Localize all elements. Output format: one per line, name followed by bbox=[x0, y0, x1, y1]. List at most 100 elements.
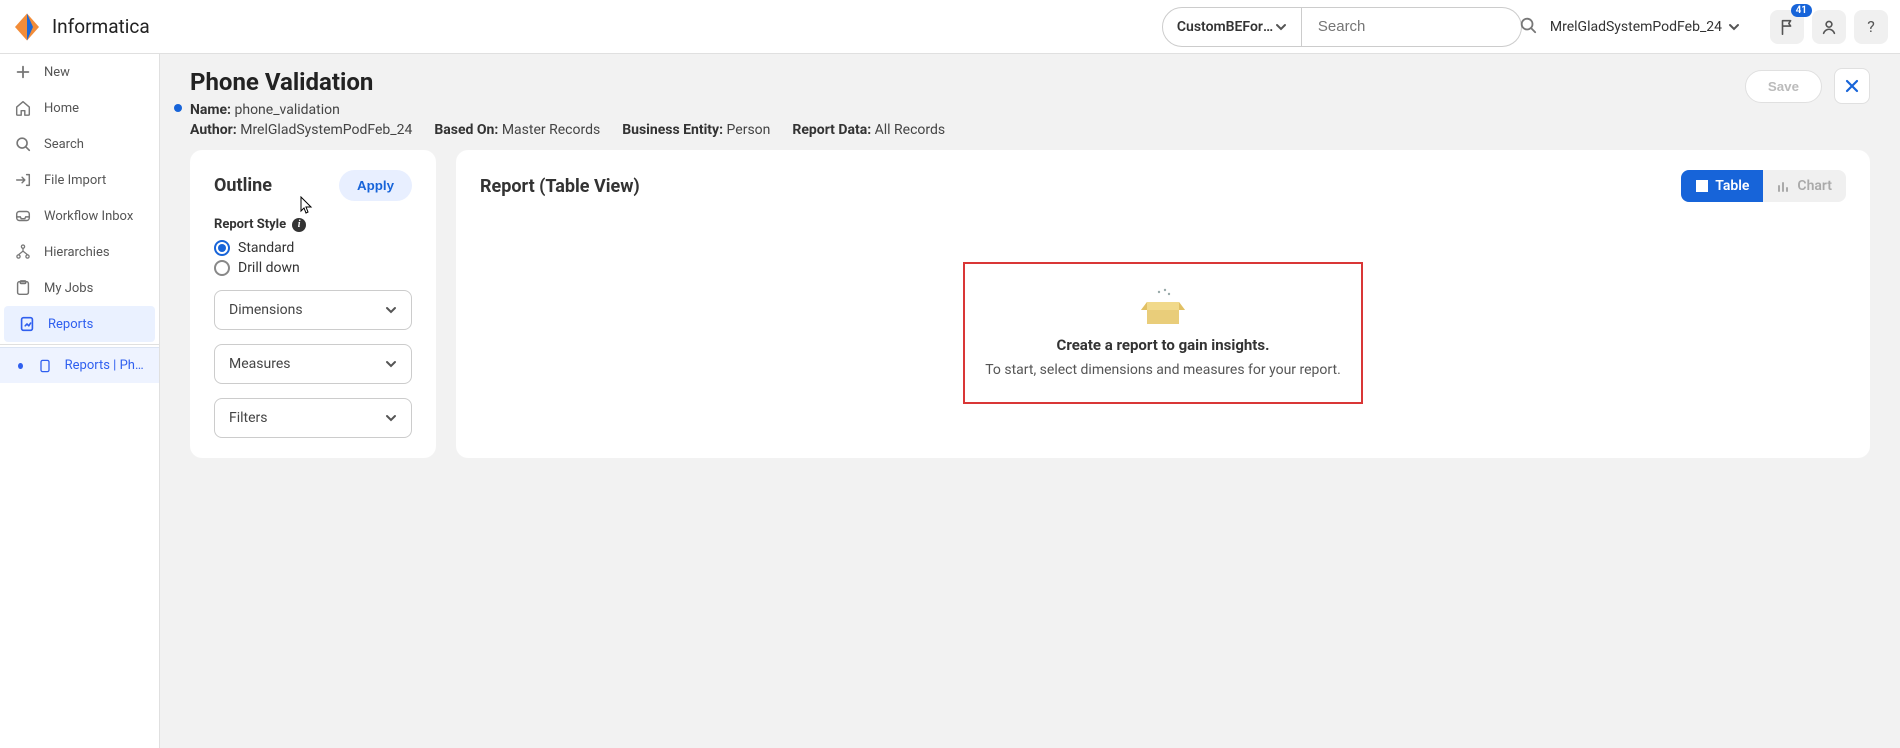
active-dot-icon bbox=[18, 363, 23, 369]
select-label: Measures bbox=[229, 356, 290, 372]
context-select[interactable]: CustomBEForO… bbox=[1162, 7, 1302, 47]
chevron-down-icon bbox=[385, 412, 397, 424]
user-icon bbox=[1820, 18, 1838, 36]
context-select-value: CustomBEForO… bbox=[1177, 19, 1275, 35]
sidebar-item-home[interactable]: Home bbox=[0, 90, 159, 126]
global-search-wrap bbox=[1302, 7, 1522, 47]
sidebar-item-reports[interactable]: Reports bbox=[4, 306, 155, 342]
brand-name: Informatica bbox=[52, 15, 150, 38]
sidebar-subitem-phone-report[interactable]: Reports | Phone … bbox=[0, 347, 159, 383]
sidebar-item-hierarchies[interactable]: Hierarchies bbox=[0, 234, 159, 270]
page-header: Phone Validation Name: phone_validation … bbox=[160, 54, 1900, 150]
sidebar-item-search[interactable]: Search bbox=[0, 126, 159, 162]
radio-drilldown[interactable]: Drill down bbox=[214, 260, 412, 276]
sidebar-item-label: Hierarchies bbox=[44, 245, 110, 260]
document-icon bbox=[37, 358, 53, 374]
plus-icon bbox=[14, 63, 32, 81]
dimensions-select[interactable]: Dimensions bbox=[214, 290, 412, 330]
meta-author-value: MrelGladSystemPodFeb_24 bbox=[240, 122, 412, 138]
import-icon bbox=[14, 171, 32, 189]
help-icon: ? bbox=[1867, 17, 1875, 36]
user-menu[interactable]: MrelGladSystemPodFeb_24 bbox=[1550, 19, 1740, 35]
radio-drilldown-label: Drill down bbox=[238, 260, 300, 276]
save-button[interactable]: Save bbox=[1745, 70, 1822, 103]
empty-state: Create a report to gain insights. To sta… bbox=[963, 262, 1363, 404]
measures-select[interactable]: Measures bbox=[214, 344, 412, 384]
brand-logo-group: Informatica bbox=[12, 12, 150, 42]
select-label: Dimensions bbox=[229, 302, 303, 318]
sidebar-divider bbox=[0, 344, 159, 345]
meta-data-label: Report Data: bbox=[792, 122, 871, 138]
chevron-down-icon bbox=[1728, 21, 1740, 33]
empty-subtitle: To start, select dimensions and measures… bbox=[985, 362, 1341, 378]
meta-author-label: Author: bbox=[190, 122, 237, 138]
close-icon bbox=[1844, 78, 1860, 94]
sidebar-item-file-import[interactable]: File Import bbox=[0, 162, 159, 198]
meta-name-label: Name: bbox=[190, 102, 231, 118]
profile-button[interactable] bbox=[1812, 10, 1846, 44]
main-content: Phone Validation Name: phone_validation … bbox=[160, 54, 1900, 748]
meta-based-label: Based On: bbox=[434, 122, 498, 138]
app-layout: New Home Search File Import Workflow Inb… bbox=[0, 54, 1900, 748]
help-button[interactable]: ? bbox=[1854, 10, 1888, 44]
sidebar-item-label: File Import bbox=[44, 173, 106, 188]
sidebar-item-label: New bbox=[44, 65, 70, 80]
meta-based-value: Master Records bbox=[502, 122, 600, 138]
chart-icon bbox=[1777, 179, 1791, 193]
meta-entity-value: Person bbox=[727, 122, 771, 138]
open-box-icon bbox=[1135, 288, 1191, 328]
report-title: Report (Table View) bbox=[480, 176, 640, 197]
chevron-down-icon bbox=[385, 304, 397, 316]
radio-standard[interactable]: Standard bbox=[214, 240, 412, 256]
report-panel: Report (Table View) Table Chart bbox=[456, 150, 1870, 458]
flag-icon bbox=[1778, 18, 1796, 36]
radio-icon bbox=[214, 240, 230, 256]
unsaved-indicator-icon bbox=[174, 104, 182, 112]
view-toggle: Table Chart bbox=[1681, 170, 1846, 202]
page-meta: Name: phone_validation Author: MrelGladS… bbox=[190, 102, 1745, 138]
user-menu-label: MrelGladSystemPodFeb_24 bbox=[1550, 19, 1722, 35]
sidebar-item-label: My Jobs bbox=[44, 281, 93, 296]
chevron-down-icon bbox=[1275, 21, 1287, 33]
hierarchy-icon bbox=[14, 243, 32, 261]
header-actions: 41 ? bbox=[1770, 10, 1888, 44]
sidebar-item-label: Home bbox=[44, 101, 79, 116]
inbox-icon bbox=[14, 207, 32, 225]
search-icon bbox=[14, 135, 32, 153]
empty-title: Create a report to gain insights. bbox=[1057, 336, 1270, 354]
toggle-chart[interactable]: Chart bbox=[1763, 170, 1846, 202]
report-style-label: Report Style i bbox=[214, 217, 412, 232]
sidebar-item-workflow-inbox[interactable]: Workflow Inbox bbox=[0, 198, 159, 234]
table-icon bbox=[1695, 179, 1709, 193]
app-header: Informatica CustomBEForO… MrelGladSystem… bbox=[0, 0, 1900, 54]
notification-badge: 41 bbox=[1791, 4, 1812, 17]
brand-logo-icon bbox=[12, 12, 42, 42]
sidebar-item-label: Reports | Phone … bbox=[65, 358, 145, 373]
apply-button[interactable]: Apply bbox=[339, 170, 412, 201]
filters-select[interactable]: Filters bbox=[214, 398, 412, 438]
notifications-button[interactable]: 41 bbox=[1770, 10, 1804, 44]
home-icon bbox=[14, 99, 32, 117]
meta-entity-label: Business Entity: bbox=[622, 122, 723, 138]
page-actions: Save bbox=[1745, 68, 1870, 104]
radio-standard-label: Standard bbox=[238, 240, 294, 256]
sidebar-item-my-jobs[interactable]: My Jobs bbox=[0, 270, 159, 306]
radio-icon bbox=[214, 260, 230, 276]
meta-data-value: All Records bbox=[875, 122, 946, 138]
outline-panel: Outline Apply Report Style i Standard Dr… bbox=[190, 150, 436, 458]
info-icon[interactable]: i bbox=[292, 218, 306, 232]
search-icon[interactable] bbox=[1519, 16, 1537, 38]
close-button[interactable] bbox=[1834, 68, 1870, 104]
page-title: Phone Validation bbox=[190, 68, 1745, 96]
toggle-table[interactable]: Table bbox=[1681, 170, 1763, 202]
sidebar-item-label: Workflow Inbox bbox=[44, 209, 133, 224]
panels-row: Outline Apply Report Style i Standard Dr… bbox=[160, 150, 1900, 488]
global-search-input[interactable] bbox=[1316, 17, 1519, 36]
meta-name-value: phone_validation bbox=[235, 102, 340, 118]
chevron-down-icon bbox=[385, 358, 397, 370]
sidebar-item-label: Reports bbox=[48, 317, 93, 332]
context-search-group: CustomBEForO… bbox=[1162, 7, 1522, 47]
sidebar-item-label: Search bbox=[44, 137, 84, 152]
jobs-icon bbox=[14, 279, 32, 297]
sidebar-item-new[interactable]: New bbox=[0, 54, 159, 90]
